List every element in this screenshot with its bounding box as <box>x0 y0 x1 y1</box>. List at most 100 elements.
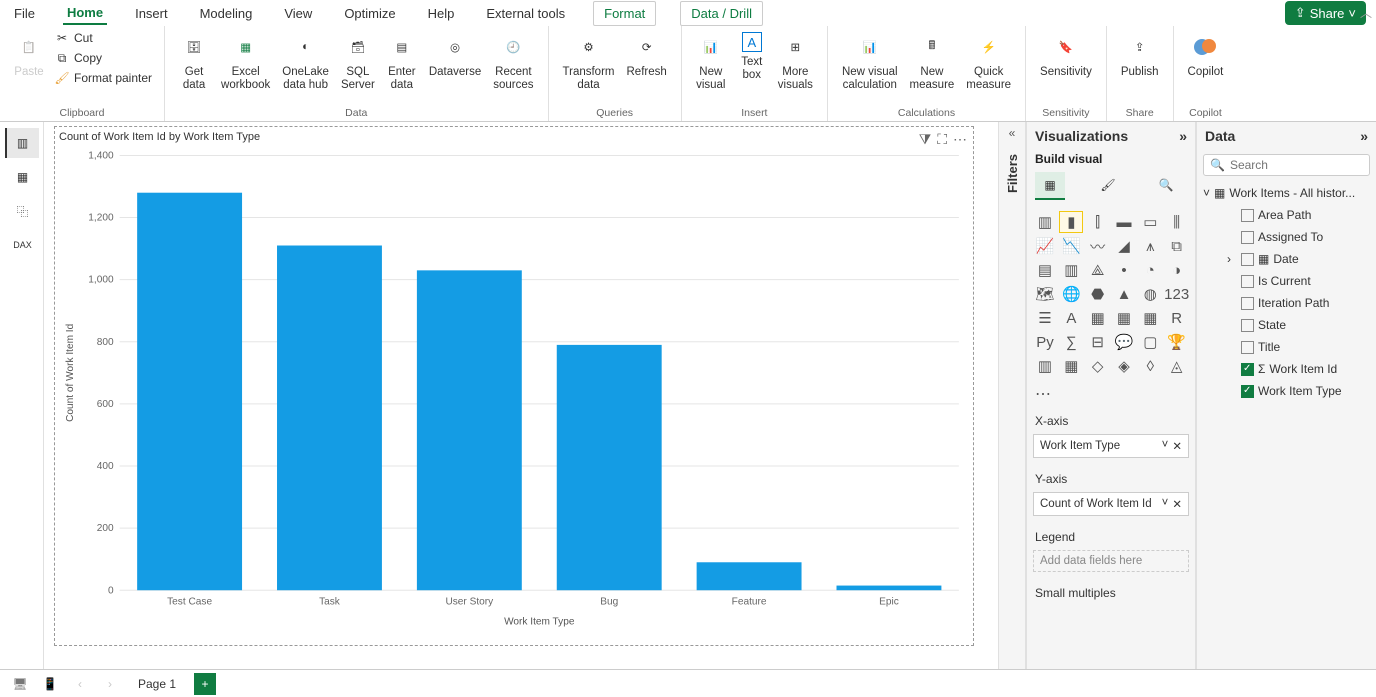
text-box-button[interactable]: AText box <box>732 28 772 86</box>
viz-type-34[interactable]: ▢ <box>1138 331 1162 353</box>
viz-type-20[interactable]: ⬣ <box>1086 283 1110 305</box>
viz-type-25[interactable]: A <box>1059 307 1083 329</box>
field-iteration-path[interactable]: Iteration Path <box>1201 292 1372 314</box>
page-tab[interactable]: Page 1 <box>130 675 184 693</box>
viz-type-4[interactable]: ▭ <box>1138 211 1162 233</box>
viz-type-35[interactable]: 🏆 <box>1165 331 1189 353</box>
viz-type-11[interactable]: ⧉ <box>1165 235 1189 257</box>
viz-type-19[interactable]: 🌐 <box>1059 283 1083 305</box>
chart-visual[interactable]: Count of Work Item Id by Work Item Type … <box>54 126 974 646</box>
format-painter-button[interactable]: 🖌Format painter <box>50 68 156 88</box>
chevron-down-icon[interactable]: ˅ <box>1162 497 1169 511</box>
mobile-view-icon[interactable]: 📱 <box>40 674 60 694</box>
menu-insert[interactable]: Insert <box>131 3 172 24</box>
transform-button[interactable]: ⚙Transform data <box>557 28 621 96</box>
viz-type-17[interactable]: ◑ <box>1165 259 1189 281</box>
viz-type-36[interactable]: ▥ <box>1033 355 1057 377</box>
viz-type-40[interactable]: ◊ <box>1138 355 1162 377</box>
publish-button[interactable]: ⇪Publish <box>1115 28 1165 83</box>
focus-icon[interactable]: ⛶ <box>937 131 947 148</box>
viz-type-16[interactable]: ◔ <box>1138 259 1162 281</box>
field-work-item-id[interactable]: ΣWork Item Id <box>1201 358 1372 380</box>
new-visual-button[interactable]: 📊New visual <box>690 28 732 96</box>
format-tab[interactable]: 🖌 <box>1093 172 1123 200</box>
viz-type-9[interactable]: ◢ <box>1112 235 1136 257</box>
viz-type-31[interactable]: ∑ <box>1059 331 1083 353</box>
viz-type-8[interactable]: 〰 <box>1086 235 1110 257</box>
viz-type-23[interactable]: 123 <box>1165 283 1189 305</box>
cut-button[interactable]: ✂Cut <box>50 28 156 48</box>
report-view-button[interactable]: ▥ <box>5 128 39 158</box>
field-checkbox[interactable] <box>1241 231 1254 244</box>
field-assigned-to[interactable]: Assigned To <box>1201 226 1372 248</box>
yaxis-well[interactable]: Count of Work Item Id˅✕ <box>1033 492 1189 516</box>
viz-type-6[interactable]: 📈 <box>1033 235 1057 257</box>
field-checkbox[interactable] <box>1241 275 1254 288</box>
field-work-item-type[interactable]: Work Item Type <box>1201 380 1372 402</box>
viz-type-33[interactable]: 💬 <box>1112 331 1136 353</box>
field-checkbox[interactable] <box>1241 209 1254 222</box>
model-view-button[interactable]: ⿻ <box>5 196 39 226</box>
viz-type-7[interactable]: 📉 <box>1059 235 1083 257</box>
dax-view-button[interactable]: DAX <box>5 230 39 260</box>
filters-tab[interactable]: Filters <box>1005 154 1020 193</box>
menu-home[interactable]: Home <box>63 2 107 25</box>
menu-file[interactable]: File <box>10 3 39 24</box>
data-search[interactable]: 🔍 <box>1203 154 1370 176</box>
recent-button[interactable]: 🕘Recent sources <box>487 28 539 96</box>
viz-type-2[interactable]: ⫿ <box>1086 211 1110 233</box>
sensitivity-button[interactable]: 🔖Sensitivity <box>1034 28 1098 83</box>
sql-button[interactable]: 🗃SQL Server <box>335 28 381 96</box>
viz-type-3[interactable]: ▬ <box>1112 211 1136 233</box>
viz-type-30[interactable]: Py <box>1033 331 1057 353</box>
viz-type-29[interactable]: R <box>1165 307 1189 329</box>
paste-button[interactable]: 📋Paste <box>8 28 50 83</box>
field-area-path[interactable]: Area Path <box>1201 204 1372 226</box>
more-icon[interactable]: ⋯ <box>953 131 967 148</box>
copy-button[interactable]: ⧉Copy <box>50 48 156 68</box>
field-checkbox[interactable] <box>1241 341 1254 354</box>
viz-type-38[interactable]: ◇ <box>1086 355 1110 377</box>
copilot-button[interactable]: Copilot <box>1182 28 1230 83</box>
build-tab[interactable]: ▦ <box>1035 172 1065 200</box>
analytics-tab[interactable]: 🔍 <box>1151 172 1181 200</box>
field-title[interactable]: Title <box>1201 336 1372 358</box>
viz-type-32[interactable]: ⊟ <box>1086 331 1110 353</box>
menu-modeling[interactable]: Modeling <box>196 3 257 24</box>
viz-type-21[interactable]: ▲ <box>1112 283 1136 305</box>
viz-type-37[interactable]: ▦ <box>1059 355 1083 377</box>
legend-well[interactable]: Add data fields here <box>1033 550 1189 572</box>
share-button[interactable]: ⇪Share˅ <box>1285 1 1366 25</box>
chevron-down-icon[interactable]: ˅ <box>1162 439 1169 453</box>
viz-type-0[interactable]: ▥ <box>1033 211 1057 233</box>
search-input[interactable] <box>1230 158 1376 172</box>
viz-type-41[interactable]: ◬ <box>1165 355 1189 377</box>
collapse-ribbon-icon[interactable]: ︿ <box>1360 4 1372 21</box>
viz-type-5[interactable]: ⫼ <box>1165 211 1189 233</box>
menu-data-drill[interactable]: Data / Drill <box>680 1 763 26</box>
menu-optimize[interactable]: Optimize <box>340 3 399 24</box>
viz-type-18[interactable]: 🗺 <box>1033 283 1057 305</box>
remove-field-icon[interactable]: ✕ <box>1172 439 1182 453</box>
expand-filters-icon[interactable]: « <box>1009 126 1016 140</box>
viz-type-1[interactable]: ▮ <box>1059 211 1083 233</box>
viz-type-39[interactable]: ◈ <box>1112 355 1136 377</box>
field-checkbox[interactable] <box>1241 363 1254 376</box>
excel-button[interactable]: ▦Excel workbook <box>215 28 276 96</box>
viz-type-28[interactable]: ▦ <box>1138 307 1162 329</box>
data-pane-header[interactable]: Data» <box>1197 122 1376 150</box>
viz-type-22[interactable]: ◍ <box>1138 283 1162 305</box>
menu-help[interactable]: Help <box>424 3 459 24</box>
get-data-button[interactable]: 🗄Get data <box>173 28 215 96</box>
field-checkbox[interactable] <box>1241 385 1254 398</box>
desktop-view-icon[interactable]: 🖥 <box>10 674 30 694</box>
menu-external[interactable]: External tools <box>482 3 569 24</box>
filter-icon[interactable]: ⧩ <box>919 131 932 148</box>
field-checkbox[interactable] <box>1241 297 1254 310</box>
new-visual-calc-button[interactable]: 📊New visual calculation <box>836 28 904 96</box>
add-page-button[interactable]: + <box>194 673 216 695</box>
remove-field-icon[interactable]: ✕ <box>1172 497 1182 511</box>
new-measure-button[interactable]: 🖩New measure <box>904 28 961 96</box>
field-date[interactable]: ›▦Date <box>1201 248 1372 270</box>
viz-more-button[interactable]: ⋯ <box>1027 380 1195 408</box>
